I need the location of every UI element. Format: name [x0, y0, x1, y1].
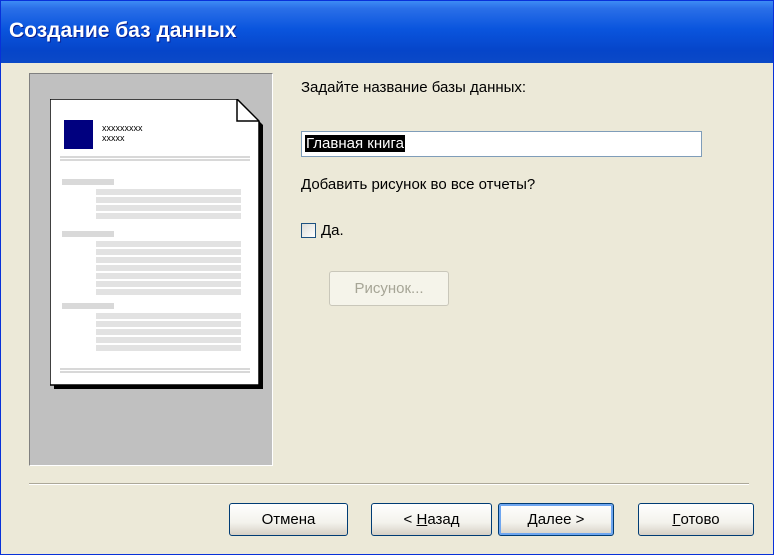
finish-button-hotkey: Г — [672, 511, 681, 528]
picture-checkbox-label[interactable]: Да. — [321, 222, 344, 239]
picture-checkbox[interactable] — [301, 222, 316, 238]
back-button-hotkey: Н — [416, 511, 428, 528]
database-name-input[interactable]: Главная книга — [301, 131, 702, 157]
preview-header-line2: xxxxx — [102, 133, 125, 143]
picture-checkbox-row[interactable]: Да. — [301, 220, 344, 240]
back-button[interactable]: < Назад — [371, 503, 492, 536]
next-button-hotkey: Д — [527, 511, 538, 528]
report-preview-document: xxxxxxxxx xxxxx — [50, 99, 263, 389]
finish-button[interactable]: Готово — [638, 503, 754, 536]
database-name-value: Главная книга — [305, 135, 405, 152]
finish-button-rest: отово — [680, 511, 720, 528]
database-name-label: Задайте название базы данных: — [301, 79, 527, 96]
add-picture-label: Добавить рисунок во все отчеты? — [301, 176, 536, 193]
back-button-rest: азад — [427, 511, 460, 528]
next-button-rest: алее > — [537, 511, 585, 528]
separator-line — [29, 483, 749, 485]
dialog-window: Создание баз данных xxxxxxxxx xxxxx Зада… — [0, 0, 774, 555]
preview-header-line1: xxxxxxxxx — [102, 123, 143, 133]
window-title: Создание баз данных — [9, 19, 237, 42]
picture-button[interactable]: Рисунок... — [329, 271, 449, 306]
cancel-button[interactable]: Отмена — [229, 503, 348, 536]
next-button[interactable]: Далее > — [498, 503, 614, 536]
report-preview-panel: xxxxxxxxx xxxxx — [29, 73, 273, 466]
title-bar[interactable]: Создание баз данных — [1, 1, 773, 63]
back-button-prefix: < — [403, 511, 417, 528]
report-logo-square — [64, 120, 93, 149]
